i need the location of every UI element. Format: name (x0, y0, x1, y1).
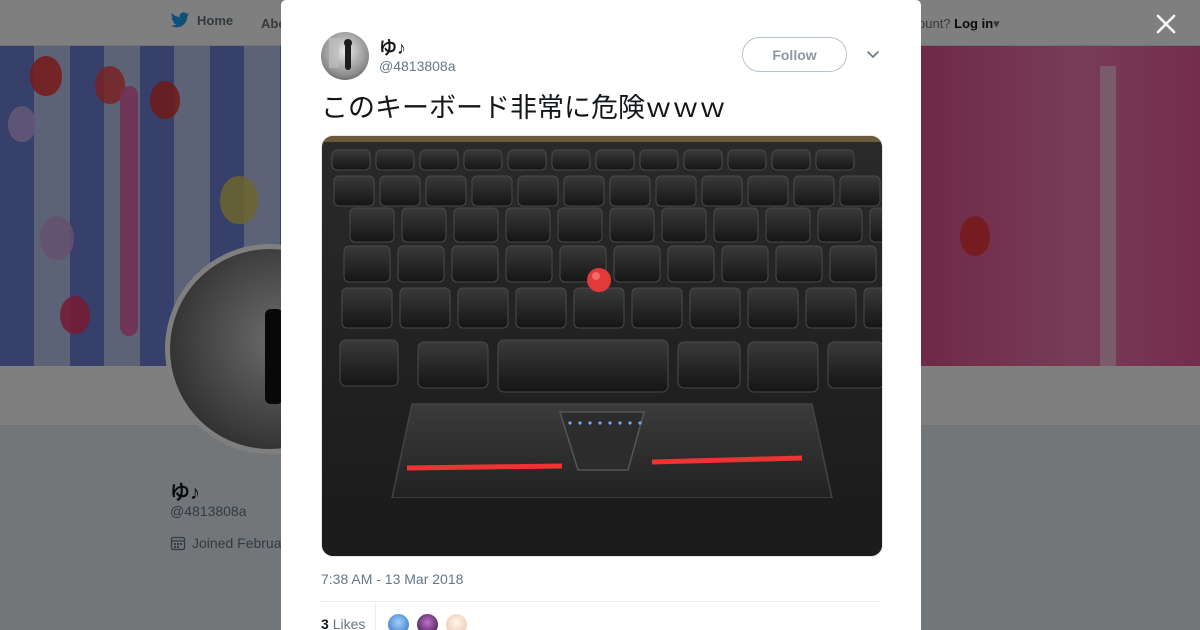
keycap (631, 287, 683, 329)
keycap (869, 207, 882, 243)
keycap (727, 149, 767, 171)
keycap (453, 207, 499, 243)
likes-stat[interactable]: 3 Likes (321, 616, 365, 630)
tweet-photo[interactable] (321, 135, 883, 557)
keycap (775, 245, 823, 283)
keycap (829, 245, 877, 283)
keycap (349, 207, 395, 243)
keycap (399, 287, 451, 329)
author-handle[interactable]: @4813808a (379, 58, 456, 74)
keycap (639, 149, 679, 171)
tweet-text: このキーボード非常に危険ｗｗｗ (321, 93, 726, 124)
keycap (655, 175, 697, 207)
keycap (827, 341, 882, 389)
keyboard-photo (322, 136, 882, 556)
keycap (747, 287, 799, 329)
keycap (505, 245, 553, 283)
keycap (701, 175, 743, 207)
keycap (677, 341, 741, 389)
keycap (401, 207, 447, 243)
divider (321, 601, 881, 602)
keycap (771, 149, 811, 171)
keycap (379, 175, 421, 207)
tweet-timestamp[interactable]: 7:38 AM - 13 Mar 2018 (321, 571, 463, 587)
follow-button[interactable]: Follow (742, 37, 847, 72)
keycap (815, 149, 855, 171)
liker-avatar[interactable] (415, 612, 440, 630)
keycap (451, 245, 499, 283)
author-name[interactable]: ゆ♪ (379, 34, 406, 60)
keycap (497, 339, 669, 393)
keycap (425, 175, 467, 207)
keycap (343, 245, 391, 283)
keycap (609, 207, 655, 243)
keycap (817, 207, 863, 243)
keycap (609, 175, 651, 207)
author-avatar[interactable] (321, 32, 369, 80)
tweet-modal: ゆ♪ @4813808a Follow このキーボード非常に危険ｗｗｗ 7:38… (281, 0, 921, 630)
keycap (457, 287, 509, 329)
chevron-down-icon[interactable] (865, 46, 881, 62)
keycap (341, 287, 393, 329)
avatar-figure (329, 38, 352, 70)
keycap (507, 149, 547, 171)
keycap (517, 175, 559, 207)
keycap (721, 245, 769, 283)
keycap (661, 207, 707, 243)
keycap (331, 149, 371, 171)
keycap (689, 287, 741, 329)
keycap (419, 149, 459, 171)
keycap (557, 207, 603, 243)
liker-avatar[interactable] (386, 612, 411, 630)
keycap (793, 175, 835, 207)
close-icon[interactable] (1152, 10, 1180, 38)
keycap (375, 149, 415, 171)
left-red-stripe (406, 463, 563, 471)
keycap (747, 175, 789, 207)
keycap (863, 287, 882, 329)
trackpoint-nub (587, 268, 611, 292)
keycap (463, 149, 503, 171)
keycap (471, 175, 513, 207)
keycap (839, 175, 881, 207)
keycap (551, 149, 591, 171)
keycap (505, 207, 551, 243)
likes-count: 3 (321, 616, 329, 630)
keycap (397, 245, 445, 283)
keycap (515, 287, 567, 329)
keycap (573, 287, 625, 329)
keycap (595, 149, 635, 171)
keycap (613, 245, 661, 283)
keycap (667, 245, 715, 283)
keycap (713, 207, 759, 243)
keycap (765, 207, 811, 243)
keycap (339, 339, 399, 387)
keycap (563, 175, 605, 207)
likes-separator (375, 603, 376, 630)
keycap (805, 287, 857, 329)
likes-label: Likes (332, 616, 366, 630)
keycap (417, 341, 489, 389)
keycap (333, 175, 375, 207)
liker-avatar[interactable] (444, 612, 469, 630)
keycap (683, 149, 723, 171)
keycap (747, 341, 819, 393)
